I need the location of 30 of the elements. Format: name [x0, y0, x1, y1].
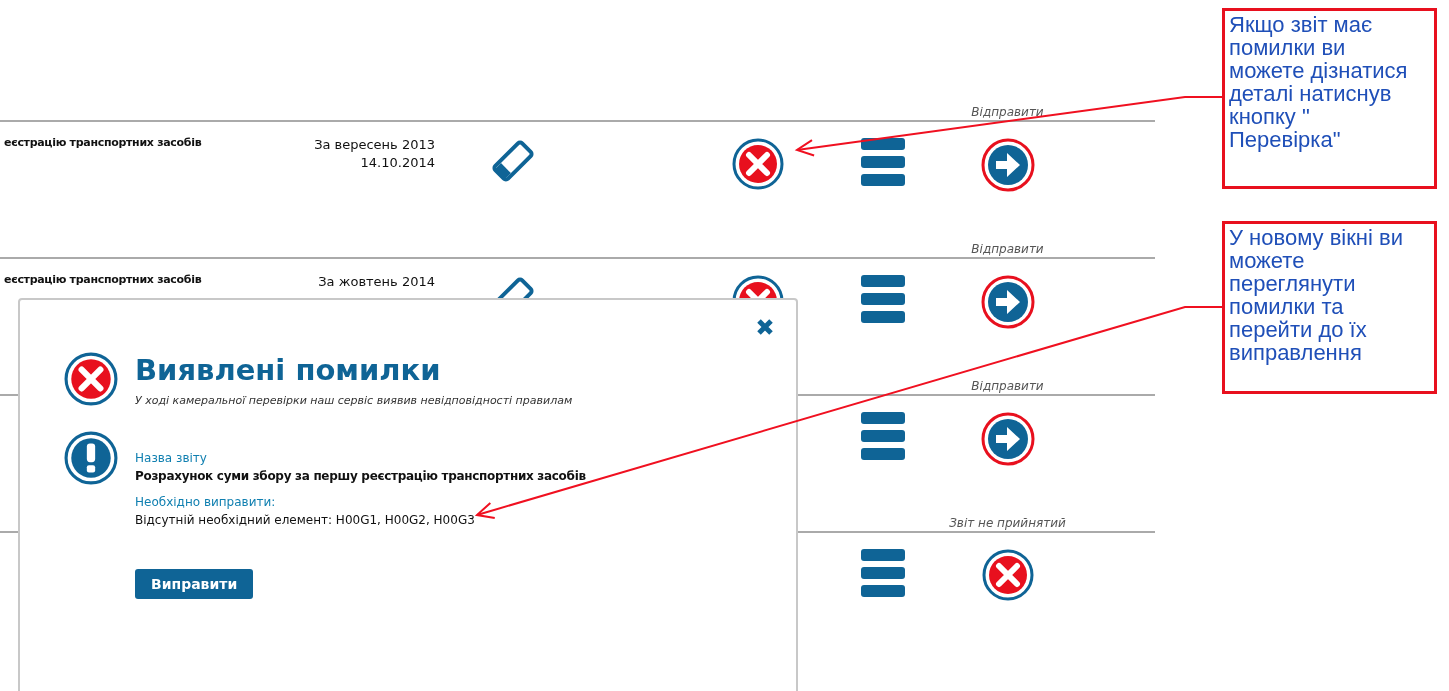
annotation-note: Якщо звіт має помилки ви можете дізнатися деталі натиснув кнопку " Перевірка": [1222, 8, 1437, 189]
fix-button[interactable]: Виправити: [135, 569, 254, 599]
dialog-title: Виявлені помилки: [135, 352, 442, 388]
arrow-right-icon[interactable]: [980, 138, 1035, 192]
error-icon[interactable]: [981, 549, 1034, 601]
arrow-right-icon[interactable]: [980, 275, 1035, 329]
error-icon[interactable]: [731, 138, 784, 190]
menu-icon[interactable]: [860, 138, 905, 186]
report-date: 14.10.2014: [360, 154, 435, 172]
exclamation-icon: [64, 431, 118, 485]
report-period: За жовтень 2014: [318, 273, 435, 291]
status-label: Звіт не прийнятий: [949, 516, 1066, 531]
report-title: еєстрацію транспортних засобів: [3, 273, 203, 288]
arrow-right-icon[interactable]: [980, 412, 1035, 466]
field-label: Назва звіту: [135, 451, 207, 465]
field-value: Відсутній необхідний елемент: H00G1, H00G2, H00G3: [135, 513, 475, 527]
report-title: еєстрацію транспортних засобів: [3, 136, 203, 151]
menu-icon[interactable]: [860, 412, 905, 460]
field-label: Необхідно виправити:: [135, 495, 276, 509]
status-label: Відправити: [971, 105, 1044, 120]
annotation-note: У новому вікні ви можете переглянути помилки та перейти до їх виправлення: [1222, 221, 1437, 394]
menu-icon[interactable]: [860, 275, 905, 323]
field-value: Розрахунок суми збору за першу реєстрацію транспортних засобів: [135, 469, 586, 483]
menu-icon[interactable]: [860, 549, 905, 597]
status-label: Відправити: [971, 379, 1044, 394]
error-icon: [64, 352, 118, 406]
report-period: За вересень 2013: [314, 136, 435, 154]
dialog-subtitle: У ході камеральної перевірки наш сервіс виявив невідповідності правилам: [135, 394, 573, 407]
status-label: Відправити: [971, 242, 1044, 257]
close-icon[interactable]: [756, 318, 774, 336]
